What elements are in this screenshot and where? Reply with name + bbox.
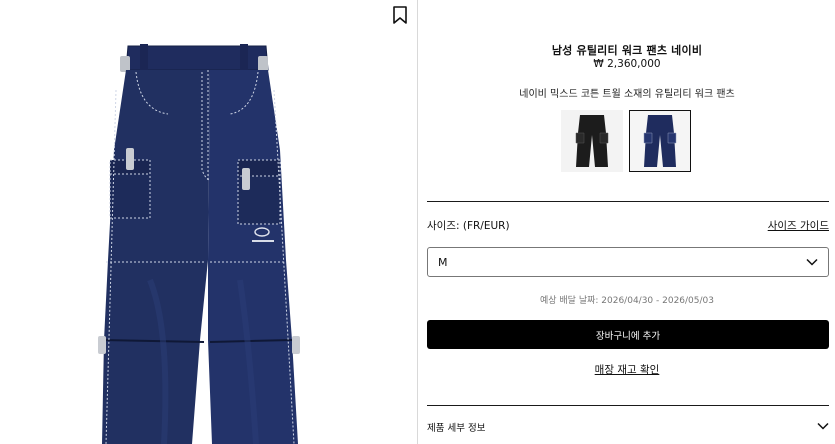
size-guide-link[interactable]: 사이즈 가이드	[768, 218, 829, 233]
color-swatch-black[interactable]	[561, 110, 623, 172]
bookmark-icon[interactable]	[392, 6, 408, 24]
product-details-toggle[interactable]: 제품 세부 정보	[427, 420, 829, 434]
product-details-label: 제품 세부 정보	[427, 423, 486, 434]
color-swatches	[561, 110, 691, 172]
size-header: 사이즈: (FR/EUR) 사이즈 가이드	[427, 218, 829, 233]
add-to-cart-button[interactable]: 장바구니에 추가	[427, 320, 829, 349]
product-info-pane: 남성 유틸리티 워크 팬츠 네이비 ₩ 2,360,000 네이비 믹스드 코튼…	[419, 0, 835, 444]
chevron-down-icon	[817, 422, 829, 433]
store-stock-link[interactable]: 매장 재고 확인	[419, 362, 835, 377]
product-title: 남성 유틸리티 워크 팬츠 네이비	[551, 44, 703, 57]
divider	[427, 201, 829, 202]
product-image	[80, 30, 350, 444]
size-select[interactable]: M	[427, 247, 829, 277]
size-label: 사이즈: (FR/EUR)	[427, 220, 510, 232]
divider	[427, 405, 829, 406]
chevron-down-icon	[806, 256, 818, 269]
color-swatch-navy[interactable]	[629, 110, 691, 172]
product-image-pane	[0, 0, 418, 444]
product-price: ₩ 2,360,000	[593, 58, 661, 70]
product-description: 네이비 믹스드 코튼 트윌 소재의 유틸리티 워크 팬츠	[519, 89, 735, 100]
size-selected-value: M	[438, 255, 448, 269]
delivery-estimate: 예상 배달 날짜: 2026/04/30 - 2026/05/03	[539, 296, 714, 306]
